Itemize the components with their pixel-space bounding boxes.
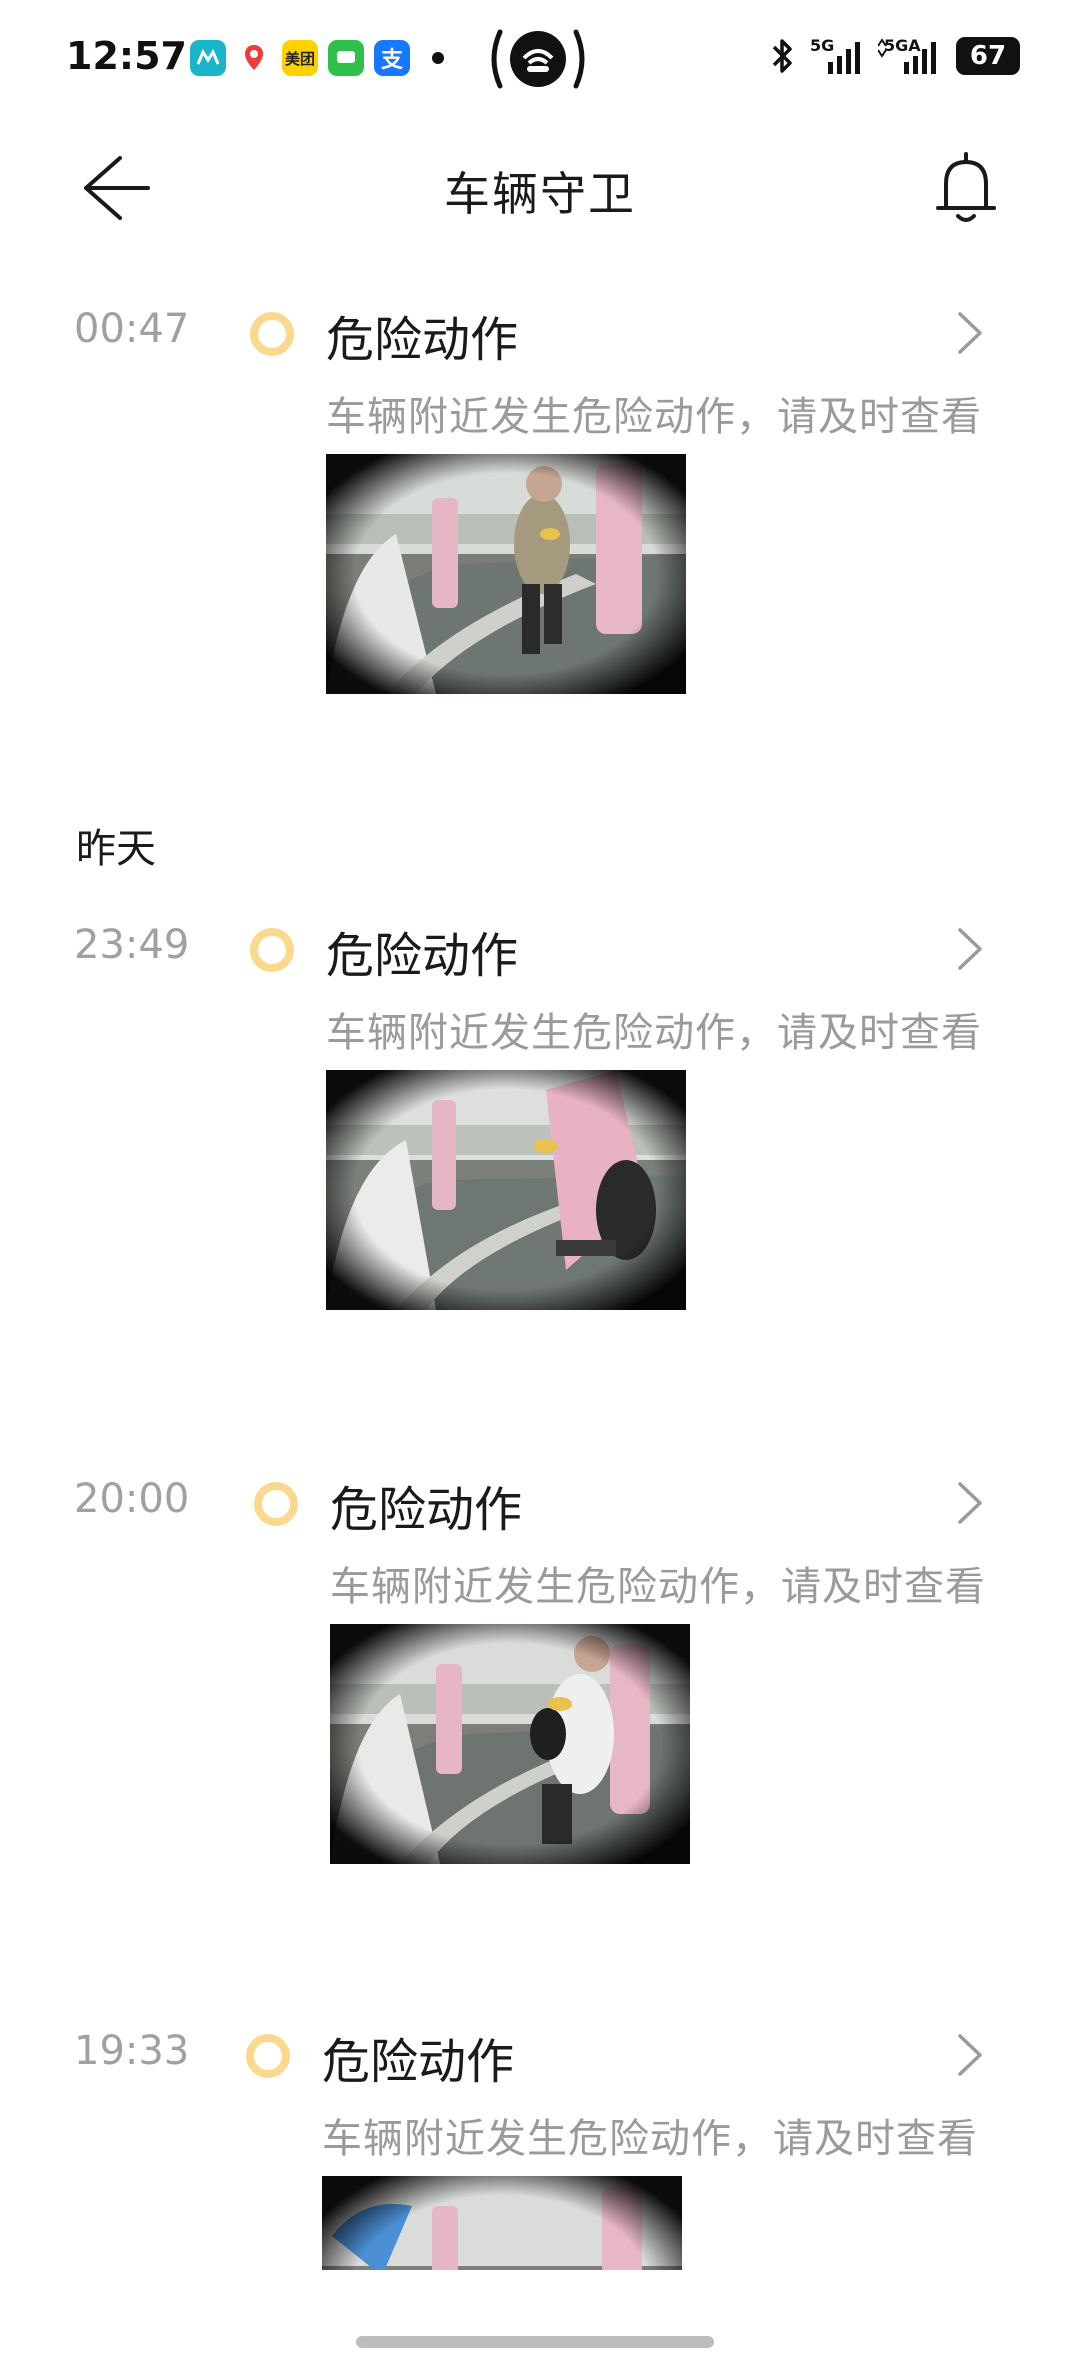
- status-bar: 12:57 美团 支 5G 5GA 67: [0, 0, 1080, 120]
- home-indicator[interactable]: [356, 2336, 714, 2348]
- event-title: 危险动作: [322, 2034, 515, 2090]
- status-indicators: 5G 5GA 67: [768, 36, 1020, 76]
- chevron-right-icon[interactable]: [950, 924, 990, 974]
- more-notifications-dot-icon: [432, 52, 444, 64]
- chevron-right-icon[interactable]: [950, 2030, 990, 2080]
- alipay-icon: 支: [374, 40, 410, 76]
- status-app-icons: 美团 支: [190, 40, 444, 76]
- bottom-cutoff: [0, 2270, 1080, 2376]
- chevron-right-icon[interactable]: [950, 308, 990, 358]
- page-title: 车辆守卫: [444, 167, 636, 221]
- status-time: 12:57: [66, 34, 187, 78]
- event-status-dot-icon: [250, 312, 294, 356]
- signal-5g-icon: 5G: [810, 36, 864, 76]
- section-date-label: 昨天: [76, 826, 156, 872]
- event-time: 00:47: [74, 306, 190, 352]
- event-item[interactable]: 00:47 危险动作 车辆附近发生危险动作，请及时查看: [0, 306, 1080, 726]
- event-title: 危险动作: [326, 312, 519, 368]
- top-app-bar: 车辆守卫: [0, 120, 1080, 250]
- meituan-label: 美团: [284, 49, 315, 68]
- event-description: 车辆附近发生危险动作，请及时查看: [330, 1564, 986, 1610]
- event-description: 车辆附近发生危险动作，请及时查看: [322, 2116, 978, 2162]
- event-item[interactable]: 20:00 危险动作 车辆附近发生危险动作，请及时查看: [0, 1476, 1080, 1896]
- event-thumbnail[interactable]: [326, 454, 686, 694]
- event-title: 危险动作: [326, 928, 519, 984]
- nio-app-icon: [190, 40, 226, 76]
- event-thumbnail[interactable]: [326, 1070, 686, 1310]
- meituan-icon: 美团: [282, 40, 318, 76]
- signal-5ga-icon: 5GA: [878, 36, 942, 76]
- event-time: 19:33: [74, 2028, 190, 2074]
- vehicle-guard-page: 12:57 美团 支 5G 5GA 67 车辆守卫 00:47 危险动作 车辆附…: [0, 0, 1080, 2376]
- event-item[interactable]: 23:49 危险动作 车辆附近发生危险动作，请及时查看: [0, 922, 1080, 1342]
- event-status-dot-icon: [250, 928, 294, 972]
- messages-icon: [328, 40, 364, 76]
- bluetooth-icon: [772, 39, 792, 73]
- chevron-right-icon[interactable]: [950, 1478, 990, 1528]
- event-status-dot-icon: [254, 1482, 298, 1526]
- event-status-dot-icon: [246, 2034, 290, 2078]
- event-description: 车辆附近发生危险动作，请及时查看: [326, 1010, 982, 1056]
- event-title: 危险动作: [330, 1482, 523, 1538]
- event-description: 车辆附近发生危险动作，请及时查看: [326, 394, 982, 440]
- hotspot-island-icon: [491, 29, 585, 89]
- battery-indicator: 67: [956, 37, 1020, 75]
- event-time: 20:00: [74, 1476, 190, 1522]
- event-thumbnail[interactable]: [330, 1624, 690, 1864]
- alipay-label: 支: [380, 48, 403, 73]
- notification-bell-icon[interactable]: [926, 148, 1006, 228]
- maps-pin-icon: [236, 40, 272, 76]
- event-time: 23:49: [74, 922, 190, 968]
